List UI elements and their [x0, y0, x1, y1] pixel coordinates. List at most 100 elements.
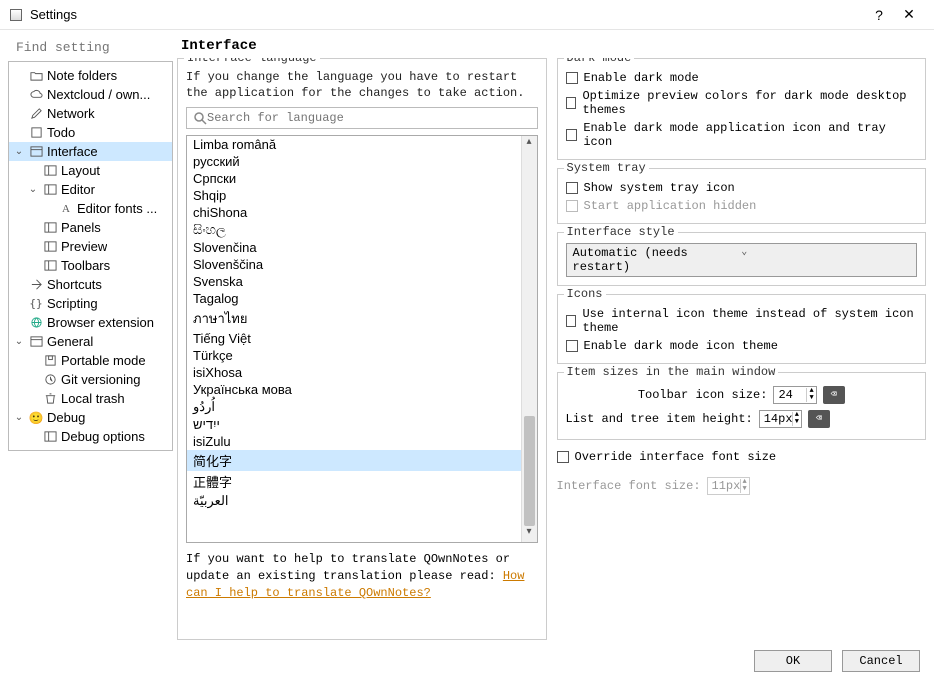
icons-group-title: Icons: [564, 287, 606, 301]
language-item[interactable]: Українська мова: [187, 381, 521, 398]
language-item[interactable]: Slovenčina: [187, 239, 521, 256]
language-search-input[interactable]: [207, 111, 531, 125]
page-title: Interface: [177, 38, 926, 58]
tree-label: Preview: [61, 239, 107, 254]
layout-icon: [43, 164, 57, 178]
settings-search-input[interactable]: [16, 40, 184, 55]
tree-toggle-icon[interactable]: ⌄: [27, 184, 39, 195]
enable-darkmode-checkbox[interactable]: Enable dark mode: [566, 69, 918, 87]
language-item[interactable]: Limba română: [187, 136, 521, 153]
list-height-spinner[interactable]: 14px▲▼: [759, 410, 802, 428]
tree-item-note-folders[interactable]: Note folders: [9, 66, 172, 85]
list-height-reset[interactable]: ⌫: [808, 410, 830, 428]
help-button[interactable]: ?: [864, 7, 894, 23]
layout-icon: [43, 240, 57, 254]
tree-item-general[interactable]: ⌄General: [9, 332, 172, 351]
tree-item-debug-opts[interactable]: Debug options: [9, 427, 172, 446]
language-item[interactable]: Tagalog: [187, 290, 521, 307]
language-item[interactable]: ייִדיש: [187, 416, 521, 433]
language-item[interactable]: සිංහල: [187, 221, 521, 239]
toolbar-size-spinner[interactable]: 24▲▼: [773, 386, 816, 404]
language-hint: If you change the language you have to r…: [186, 69, 538, 101]
language-item[interactable]: اُردُو: [187, 398, 521, 416]
scroll-down-icon[interactable]: ▾: [522, 526, 537, 542]
override-font-checkbox[interactable]: Override interface font size: [557, 448, 927, 466]
language-item[interactable]: Türkçe: [187, 347, 521, 364]
cloud-icon: [29, 88, 43, 102]
layout-icon: [43, 259, 57, 273]
language-item[interactable]: isiXhosa: [187, 364, 521, 381]
ok-button[interactable]: OK: [754, 650, 832, 672]
tree-label: Git versioning: [61, 372, 140, 387]
tree-item-trash[interactable]: Local trash: [9, 389, 172, 408]
darkmode-icon-checkbox[interactable]: Enable dark mode application icon and tr…: [566, 119, 918, 151]
tree-item-portable[interactable]: Portable mode: [9, 351, 172, 370]
tree-label: Network: [47, 106, 95, 121]
tree-item-debug[interactable]: ⌄🙂Debug: [9, 408, 172, 427]
tree-item-browser-ext[interactable]: Browser extension: [9, 313, 172, 332]
language-item[interactable]: ภาษาไทย: [187, 307, 521, 330]
language-item[interactable]: Svenska: [187, 273, 521, 290]
tree-toggle-icon[interactable]: ⌄: [13, 412, 25, 423]
language-search[interactable]: [186, 107, 538, 129]
language-item[interactable]: Tiếng Việt: [187, 330, 521, 347]
cancel-button[interactable]: Cancel: [842, 650, 920, 672]
tree-label: Layout: [61, 163, 100, 178]
dark-icons-checkbox[interactable]: Enable dark mode icon theme: [566, 337, 918, 355]
app-icon: [10, 9, 22, 21]
close-button[interactable]: ✕: [894, 6, 924, 23]
tree-item-editor-fonts[interactable]: AEditor fonts ...: [9, 199, 172, 218]
language-item[interactable]: Slovenščina: [187, 256, 521, 273]
language-item[interactable]: русский: [187, 153, 521, 170]
internal-icons-checkbox[interactable]: Use internal icon theme instead of syste…: [566, 305, 918, 337]
list-height-label: List and tree item height:: [566, 412, 753, 426]
show-tray-checkbox[interactable]: Show system tray icon: [566, 179, 918, 197]
tree-item-preview[interactable]: Preview: [9, 237, 172, 256]
systray-group-title: System tray: [564, 161, 649, 175]
language-list[interactable]: Limba românăрусскийСрпскиShqipchiShonaසි…: [187, 136, 521, 542]
tree-label: Toolbars: [61, 258, 110, 273]
tree-label: Editor: [61, 182, 95, 197]
scroll-up-icon[interactable]: ▴: [522, 136, 537, 152]
language-item[interactable]: 正體字: [187, 471, 521, 492]
tree-toggle-icon[interactable]: ⌄: [13, 146, 25, 157]
font-size-label: Interface font size:: [557, 479, 701, 493]
tree-item-todo[interactable]: Todo: [9, 123, 172, 142]
tree-item-interface[interactable]: ⌄ Interface: [9, 142, 172, 161]
tree-item-network[interactable]: Network: [9, 104, 172, 123]
language-scrollbar[interactable]: ▴ ▾: [521, 136, 537, 542]
tree-toggle-icon[interactable]: ⌄: [13, 336, 25, 347]
settings-tree[interactable]: Note folders Nextcloud / own... Network Tod…: [8, 61, 173, 451]
tree-label: Nextcloud / own...: [47, 87, 150, 102]
chevron-down-icon: ⌄: [741, 246, 910, 274]
tree-label: Debug options: [61, 429, 145, 444]
language-item[interactable]: chiShona: [187, 204, 521, 221]
tree-item-shortcuts[interactable]: Shortcuts: [9, 275, 172, 294]
toolbar-size-label: Toolbar icon size:: [638, 388, 768, 402]
globe-icon: [29, 316, 43, 330]
tree-label: Interface: [47, 144, 98, 159]
tree-item-toolbars[interactable]: Toolbars: [9, 256, 172, 275]
tree-label: Panels: [61, 220, 101, 235]
tree-item-panels[interactable]: Panels: [9, 218, 172, 237]
tree-item-git[interactable]: Git versioning: [9, 370, 172, 389]
language-item[interactable]: Shqip: [187, 187, 521, 204]
tree-item-scripting[interactable]: {}Scripting: [9, 294, 172, 313]
tree-item-layout[interactable]: Layout: [9, 161, 172, 180]
search-icon: [193, 111, 207, 125]
optimize-preview-checkbox[interactable]: Optimize preview colors for dark mode de…: [566, 87, 918, 119]
window-icon: [29, 335, 43, 349]
square-icon: [29, 126, 43, 140]
tree-item-nextcloud[interactable]: Nextcloud / own...: [9, 85, 172, 104]
tree-label: Portable mode: [61, 353, 146, 368]
interface-style-select[interactable]: Automatic (needs restart) ⌄: [566, 243, 918, 277]
toolbar-size-reset[interactable]: ⌫: [823, 386, 845, 404]
language-item[interactable]: العربيّة: [187, 492, 521, 510]
language-item[interactable]: 简化字: [187, 450, 521, 471]
tree-item-editor[interactable]: ⌄ Editor: [9, 180, 172, 199]
settings-search[interactable]: [8, 38, 173, 57]
style-group-title: Interface style: [564, 225, 678, 239]
scroll-thumb[interactable]: [524, 416, 535, 526]
language-item[interactable]: isiZulu: [187, 433, 521, 450]
language-item[interactable]: Српски: [187, 170, 521, 187]
